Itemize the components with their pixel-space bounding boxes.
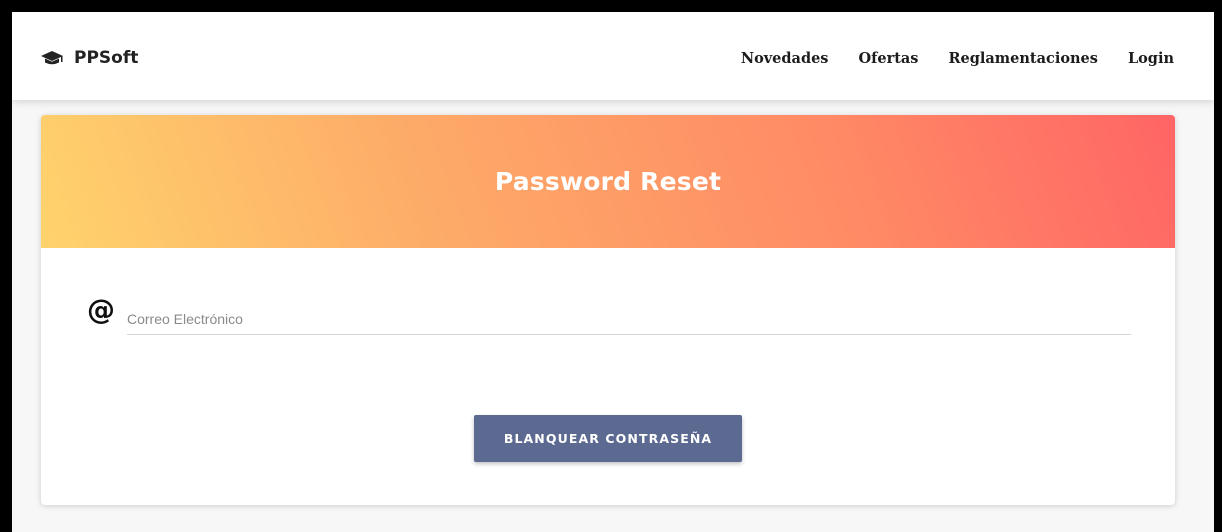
card-title: Password Reset [494,167,722,196]
nav-links: Novedades Ofertas Reglamentaciones Login [711,50,1174,67]
page-viewport: PPSoft Novedades Ofertas Reglamentacione… [12,12,1214,532]
brand-logo[interactable]: PPSoft [40,48,138,68]
nav-link-login[interactable]: Login [1128,50,1174,67]
graduation-cap-icon [40,50,64,66]
email-field-row: @ [87,293,1131,335]
reset-password-button[interactable]: BLANQUEAR CONTRASEÑA [474,415,742,462]
at-sign-icon: @ [87,293,115,326]
nav-link-novedades[interactable]: Novedades [741,50,829,67]
brand-name: PPSoft [74,48,139,68]
nav-link-ofertas[interactable]: Ofertas [858,50,918,67]
navbar: PPSoft Novedades Ofertas Reglamentacione… [12,12,1214,100]
card-header: Password Reset [41,115,1175,248]
password-reset-card: Password Reset @ BLANQUEAR CONTRASEÑA [41,115,1175,505]
email-input[interactable] [127,307,1131,335]
nav-link-reglamentaciones[interactable]: Reglamentaciones [948,50,1097,67]
